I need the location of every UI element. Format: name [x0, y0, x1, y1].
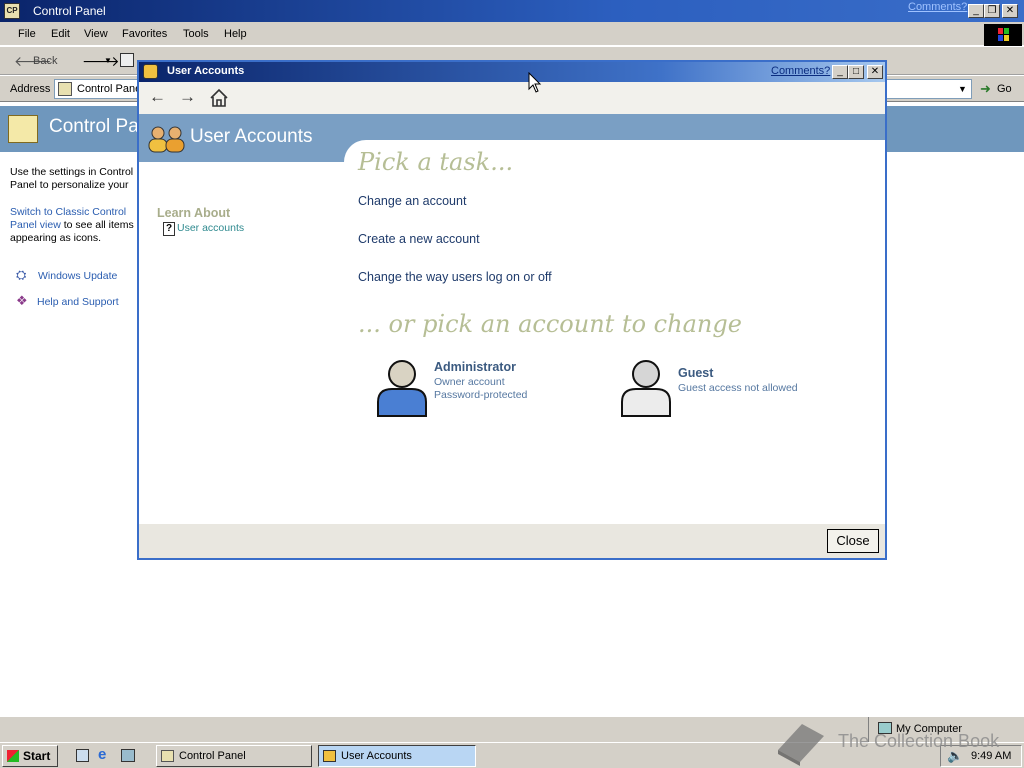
help-book-icon: ❖ — [16, 293, 28, 308]
forward-dropdown-icon[interactable]: ▼ — [104, 56, 112, 65]
account-administrator[interactable]: Administrator Owner account Password-pro… — [374, 358, 594, 420]
control-panel-large-icon — [8, 115, 38, 143]
administrator-avatar-icon — [377, 360, 427, 417]
close-button[interactable]: ✕ — [1002, 4, 1018, 18]
forward-arrow-icon[interactable]: 🡒 — [82, 53, 120, 70]
dialog-titlebar[interactable]: User Accounts Comments? _ □ ✕ — [139, 62, 885, 82]
minimize-button[interactable]: _ — [968, 4, 984, 18]
banner-title: User Accounts — [190, 126, 313, 147]
start-label: Start — [23, 749, 51, 763]
address-value: Control Panel — [77, 83, 144, 95]
windows-logo-icon — [984, 24, 1022, 46]
account-guest[interactable]: Guest Guest access not allowed — [618, 358, 838, 420]
home-icon[interactable] — [209, 88, 229, 108]
user-accounts-banner-icon — [148, 126, 185, 153]
control-panel-title: Control Panel — [33, 4, 106, 18]
dialog-nav-bar: ← → — [139, 82, 885, 114]
task-panel: Pick a task... Change an account Create … — [344, 140, 885, 524]
user-accounts-dialog: User Accounts Comments? _ □ ✕ ← → User A… — [137, 60, 887, 560]
go-button[interactable]: Go — [997, 83, 1012, 95]
watermark-book-icon — [778, 724, 824, 766]
administrator-password-status: Password-protected — [434, 389, 528, 401]
back-icon[interactable]: ← — [149, 87, 166, 107]
dialog-title: User Accounts — [167, 65, 245, 77]
control-panel-left-pane: Use the settings in Control Panel to per… — [10, 166, 140, 312]
taskbar-user-accounts[interactable]: User Accounts — [318, 745, 476, 767]
start-button[interactable]: Start — [2, 745, 58, 767]
close-dialog-button[interactable]: Close — [827, 529, 879, 553]
menu-favorites[interactable]: Favorites — [122, 28, 167, 40]
cp-comments-link[interactable]: Comments? — [908, 1, 967, 13]
taskbar-cp-icon — [161, 750, 174, 762]
taskbar-ua-label: User Accounts — [341, 750, 412, 762]
control-panel-app-icon[interactable]: CP — [4, 3, 20, 19]
user-accounts-help-link[interactable]: User accounts — [177, 222, 244, 234]
back-button-label[interactable]: Back — [33, 55, 57, 67]
pick-account-heading: ... or pick an account to change — [358, 310, 742, 338]
cp-intro-text: Use the settings in Control Panel to per… — [10, 166, 134, 191]
dialog-footer: Close — [139, 524, 885, 558]
mouse-cursor-icon — [528, 72, 542, 93]
menu-help[interactable]: Help — [224, 28, 247, 40]
start-flag-icon — [7, 750, 19, 762]
up-folder-icon[interactable] — [120, 53, 134, 67]
task-create-account[interactable]: Create a new account — [358, 232, 480, 246]
help-topic-icon: ? — [163, 222, 175, 236]
help-support-link[interactable]: Help and Support — [37, 296, 119, 309]
administrator-type: Owner account — [434, 376, 505, 388]
dialog-minimize-button[interactable]: _ — [832, 65, 848, 79]
dialog-comments-link[interactable]: Comments? — [771, 65, 830, 77]
forward-icon[interactable]: → — [179, 87, 196, 107]
task-change-account[interactable]: Change an account — [358, 194, 466, 208]
menu-file[interactable]: File — [18, 28, 36, 40]
task-change-logon[interactable]: Change the way users log on or off — [358, 270, 552, 284]
menu-tools[interactable]: Tools — [183, 28, 209, 40]
internet-explorer-icon[interactable]: e — [98, 746, 106, 763]
show-desktop-icon[interactable] — [76, 749, 89, 762]
guest-avatar-icon — [621, 360, 671, 417]
windows-update-icon: ⛭ — [16, 267, 27, 282]
menu-view[interactable]: View — [84, 28, 108, 40]
pick-task-heading: Pick a task... — [358, 148, 514, 176]
taskbar-control-panel[interactable]: Control Panel — [156, 745, 312, 767]
watermark-text: The Collection Book — [838, 731, 1000, 751]
address-label: Address — [10, 83, 51, 95]
address-dropdown-icon[interactable]: ▼ — [958, 84, 967, 94]
guest-name: Guest — [678, 366, 714, 380]
learn-about-heading: Learn About — [157, 206, 231, 220]
administrator-name: Administrator — [434, 360, 516, 374]
dialog-content: User Accounts Learn About ? User account… — [139, 114, 885, 524]
windows-update-link[interactable]: Windows Update — [38, 270, 117, 283]
user-accounts-app-icon[interactable] — [143, 64, 158, 79]
taskbar-ua-icon — [323, 750, 336, 762]
restore-button[interactable]: ❐ — [984, 4, 1000, 18]
dialog-close-button[interactable]: ✕ — [867, 65, 883, 79]
menu-edit[interactable]: Edit — [51, 28, 70, 40]
control-panel-small-icon — [58, 82, 72, 96]
taskbar-cp-label: Control Panel — [179, 750, 246, 762]
quick-launch-explorer-icon[interactable] — [121, 749, 135, 762]
see-also-windows-update[interactable]: ⛭ Windows Update — [10, 268, 140, 286]
guest-status: Guest access not allowed — [678, 382, 798, 394]
control-panel-titlebar[interactable]: CP Control Panel Comments? _ ❐ ✕ — [0, 0, 1024, 22]
dialog-maximize-button[interactable]: □ — [848, 65, 864, 79]
see-also-help-support[interactable]: ❖ Help and Support — [10, 294, 140, 312]
go-arrow-icon[interactable]: ➜ — [980, 81, 991, 97]
menu-bar: File Edit View Favorites Tools Help — [0, 22, 1024, 46]
